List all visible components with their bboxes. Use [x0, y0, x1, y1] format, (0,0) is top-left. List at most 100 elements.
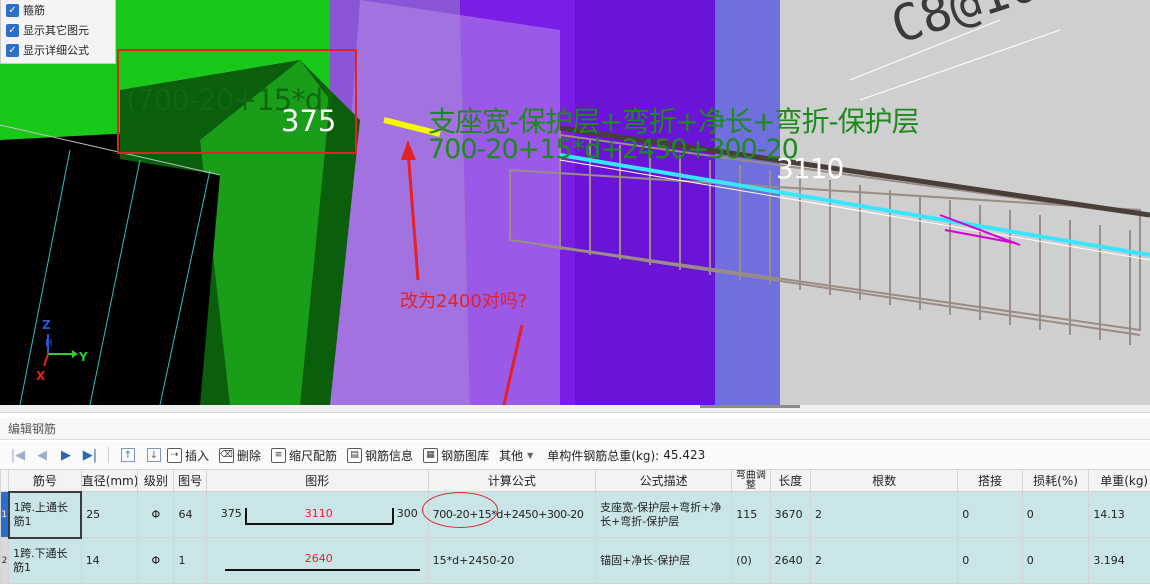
cell-grade[interactable]: Φ: [137, 537, 175, 584]
col-header-desc[interactable]: 公式描述: [595, 469, 733, 492]
cell-length[interactable]: 2640: [769, 537, 811, 584]
checkbox-checked-icon[interactable]: ✓: [6, 23, 19, 37]
col-header-diameter[interactable]: 直径(mm): [80, 469, 139, 492]
row-index[interactable]: 1: [0, 491, 10, 538]
move-down-icon[interactable]: ↓: [147, 448, 161, 462]
axis-y-label: Y: [79, 350, 88, 364]
rebar-info-button[interactable]: ▤ 钢筋信息: [347, 447, 413, 464]
cell-desc[interactable]: 锚固+净长-保护层: [595, 537, 733, 584]
table-header-row: 筋号 直径(mm) 级别 图号 图形 计算公式 公式描述 弯曲调整 长度 根数 …: [0, 469, 1150, 492]
first-record-icon[interactable]: |◀: [6, 445, 30, 465]
cell-lap[interactable]: 0: [957, 537, 1023, 584]
other-label: 其他: [499, 448, 524, 463]
table-row[interactable]: 1 1跨.上通长筋1 25 Φ 64 375 3110 300 700-20+1…: [0, 490, 1150, 539]
toolbar-separator: [108, 447, 109, 463]
shape-mid-length: 2640: [304, 551, 333, 565]
formula-value-text: 700-20+15*d+2450+300-20: [428, 134, 799, 165]
cell-loss[interactable]: 0: [1021, 491, 1090, 538]
cell-diameter[interactable]: 25: [80, 491, 139, 538]
col-header-length[interactable]: 长度: [769, 469, 811, 492]
col-header-index: [0, 469, 10, 492]
trash-icon: ⌫: [219, 447, 235, 463]
shape-right-hook: [391, 507, 394, 524]
col-header-count[interactable]: 根数: [809, 469, 959, 492]
axis-gizmo-icon: [43, 334, 78, 367]
scale-rebar-button[interactable]: ≡ 缩尺配筋: [271, 447, 337, 464]
cell-shape[interactable]: 2640: [205, 537, 429, 584]
col-header-shape[interactable]: 图形: [205, 469, 429, 492]
annotation-circle: [422, 492, 498, 528]
cell-length[interactable]: 3670: [769, 491, 811, 538]
col-header-fig[interactable]: 图号: [173, 469, 207, 492]
shape-left-hook: [244, 507, 247, 524]
panel-splitter[interactable]: [0, 405, 1150, 413]
insert-button[interactable]: ⇢ 插入: [167, 447, 209, 464]
option-show-other[interactable]: ✓ 显示其它图元: [1, 20, 115, 40]
cell-name[interactable]: 1跨.上通长筋1: [7, 490, 83, 539]
cell-loss[interactable]: 0: [1021, 537, 1090, 584]
shape-bar-line: [224, 568, 420, 571]
next-record-icon[interactable]: ▶: [54, 445, 78, 465]
rebar-library-button[interactable]: ▦ 钢筋图库: [423, 447, 489, 464]
delete-label: 删除: [237, 448, 262, 463]
cell-name[interactable]: 1跨.下通长筋1: [8, 537, 82, 584]
col-header-name[interactable]: 筋号: [8, 469, 82, 492]
delete-button[interactable]: ⌫ 删除: [219, 447, 261, 464]
col-header-weight[interactable]: 单重(kg): [1088, 469, 1150, 492]
col-header-loss[interactable]: 损耗(%): [1021, 469, 1090, 492]
col-header-formula[interactable]: 计算公式: [427, 469, 597, 492]
3d-viewport[interactable]: ✓ 箍筋 ✓ 显示其它图元 ✓ 显示详细公式 (700-20+15*d) 375…: [0, 0, 1150, 405]
move-up-icon[interactable]: ↑: [121, 448, 135, 462]
cell-weight[interactable]: 14.13: [1088, 491, 1150, 538]
rebar-table: 筋号 直径(mm) 级别 图号 图形 计算公式 公式描述 弯曲调整 长度 根数 …: [0, 469, 1150, 584]
col-header-bend[interactable]: 弯曲调整: [731, 469, 771, 492]
cell-fig[interactable]: 64: [173, 491, 207, 538]
library-icon: ▦: [423, 447, 439, 463]
insert-icon: ⇢: [167, 447, 182, 463]
display-options-panel: ✓ 箍筋 ✓ 显示其它图元 ✓ 显示详细公式: [0, 0, 116, 64]
cell-grade[interactable]: Φ: [137, 491, 175, 538]
annotation-question: 改为2400对吗?: [400, 291, 528, 312]
rebar-shape-drawing: 375 3110 300: [207, 493, 427, 537]
cell-desc[interactable]: 支座宽-保护层+弯折+净长+弯折-保护层: [595, 491, 733, 538]
prev-record-icon[interactable]: ◀: [30, 445, 54, 465]
annotation-highlight-box: [117, 49, 357, 154]
dropdown-arrow-icon: ▼: [527, 450, 534, 460]
library-label: 钢筋图库: [441, 448, 490, 463]
cell-formula[interactable]: 15*d+2450-20: [427, 537, 597, 584]
splitter-grip[interactable]: [700, 405, 800, 408]
cell-bend[interactable]: 115: [731, 491, 771, 538]
cell-weight[interactable]: 3.194: [1088, 537, 1150, 584]
col-header-grade[interactable]: 级别: [137, 469, 175, 492]
last-record-icon[interactable]: ▶|: [78, 445, 102, 465]
cell-diameter[interactable]: 14: [80, 537, 139, 584]
option-stirrup[interactable]: ✓ 箍筋: [1, 0, 115, 20]
rebar-toolbar: |◀ ◀ ▶ ▶| ↑ ↓ ⇢ 插入 ⌫ 删除 ≡ 缩尺配筋 ▤ 钢筋信息 ▦ 钢筋图库 …: [0, 442, 1150, 468]
shape-left-length: 375: [220, 506, 242, 520]
cell-bend[interactable]: (0): [731, 537, 771, 584]
panel-title: 编辑钢筋: [0, 418, 1150, 440]
option-label: 箍筋: [23, 4, 45, 17]
shape-right-length: 300: [396, 506, 418, 520]
table-row[interactable]: 2 1跨.下通长筋1 14 Φ 1 2640 15*d+2450-20 锚固+净…: [0, 537, 1150, 584]
info-label: 钢筋信息: [365, 448, 414, 463]
shape-bar-line: [244, 522, 393, 525]
cell-count[interactable]: 2: [809, 491, 959, 538]
cell-fig[interactable]: 1: [173, 537, 207, 584]
checkbox-checked-icon[interactable]: ✓: [6, 3, 19, 17]
axis-x-label: X: [36, 369, 46, 383]
option-show-formula[interactable]: ✓ 显示详细公式: [1, 40, 115, 60]
cell-lap[interactable]: 0: [957, 491, 1023, 538]
cell-count[interactable]: 2: [809, 537, 959, 584]
other-menu-button[interactable]: 其他 ▼: [499, 447, 533, 464]
scale-label: 缩尺配筋: [289, 448, 338, 463]
total-weight-value: 45.423: [663, 448, 706, 462]
cell-shape[interactable]: 375 3110 300: [205, 491, 429, 538]
rebar-shape-drawing: 2640: [207, 539, 427, 583]
col-header-lap[interactable]: 搭接: [957, 469, 1023, 492]
total-weight-label: 单构件钢筋总重(kg):: [547, 448, 660, 463]
ruler-icon: ≡: [271, 447, 287, 463]
row-index[interactable]: 2: [0, 537, 10, 584]
option-label: 显示其它图元: [23, 24, 89, 37]
checkbox-checked-icon[interactable]: ✓: [6, 43, 19, 57]
